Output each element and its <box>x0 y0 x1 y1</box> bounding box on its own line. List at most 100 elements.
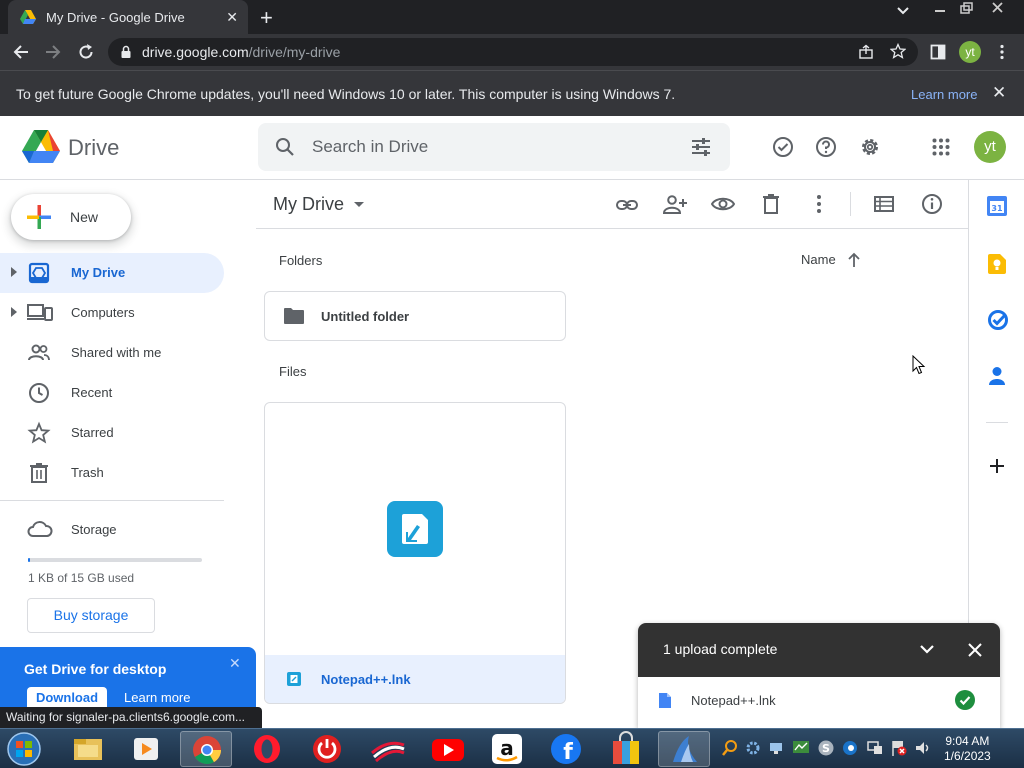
document-file-icon <box>659 693 671 708</box>
promo-close-icon[interactable]: ✕ <box>229 655 241 672</box>
side-panel-icon[interactable] <box>930 44 946 60</box>
title-dropdown-icon[interactable] <box>354 202 364 207</box>
windows-taskbar: a f S 9:04 AM 1/6/2023 <box>0 728 1024 768</box>
google-apps-grid-icon[interactable] <box>932 138 950 156</box>
sidebar-item-starred[interactable]: Starred <box>0 413 224 453</box>
tray-volume-icon[interactable] <box>914 739 932 757</box>
chrome-menu-icon[interactable] <box>999 44 1005 60</box>
shortcut-file-icon <box>287 672 301 686</box>
taskbar-opera-icon[interactable] <box>241 731 293 767</box>
taskbar-store-bag-icon[interactable] <box>600 731 652 767</box>
list-view-icon[interactable] <box>874 196 894 212</box>
sidebar-item-my-drive[interactable]: My Drive <box>0 253 224 293</box>
sidebar-item-storage[interactable]: Storage <box>0 510 224 550</box>
remove-trash-icon[interactable] <box>762 193 780 215</box>
search-bar <box>258 123 730 171</box>
preview-eye-icon[interactable] <box>711 196 735 212</box>
details-info-icon[interactable] <box>921 193 943 215</box>
sidebar-item-label: Shared with me <box>71 345 162 360</box>
taskbar-power-icon[interactable] <box>301 731 353 767</box>
tab-search-chevron-icon[interactable] <box>896 6 910 16</box>
promo-learn-more-link[interactable]: Learn more <box>124 690 190 705</box>
search-options-icon[interactable] <box>691 138 711 156</box>
settings-gear-icon[interactable] <box>859 136 881 158</box>
page-title[interactable]: My Drive <box>273 194 344 215</box>
minimize-window-icon[interactable] <box>932 1 948 15</box>
sidebar-item-shared-with-me[interactable]: Shared with me <box>0 333 224 373</box>
sidebar-item-label: Trash <box>71 465 104 480</box>
keep-icon[interactable] <box>988 254 1006 274</box>
sidebar-item-trash[interactable]: Trash <box>0 453 224 493</box>
tray-network-icon[interactable] <box>768 739 784 757</box>
back-arrow-icon[interactable] <box>12 43 30 61</box>
taskbar-media-player-icon[interactable] <box>120 731 172 767</box>
tasks-icon[interactable] <box>988 310 1008 330</box>
get-link-icon[interactable] <box>616 195 638 215</box>
address-bar[interactable]: drive.google.com/drive/my-drive <box>108 38 918 66</box>
sidebar-divider <box>0 500 224 501</box>
sidebar-item-label: Storage <box>71 522 117 537</box>
sidebar-item-recent[interactable]: Recent <box>0 373 224 413</box>
lock-icon[interactable] <box>120 45 132 59</box>
windows-start-orb-icon[interactable] <box>6 731 42 767</box>
taskbar-explorer-icon[interactable] <box>62 731 114 767</box>
new-tab-plus-icon[interactable]: + <box>260 5 273 31</box>
buy-storage-button[interactable]: Buy storage <box>27 598 155 633</box>
offline-ready-icon[interactable] <box>772 136 794 158</box>
tray-edge-icon[interactable] <box>842 739 858 757</box>
folder-card[interactable]: Untitled folder <box>264 291 566 341</box>
system-clock[interactable]: 9:04 AM 1/6/2023 <box>944 734 991 764</box>
forward-arrow-icon[interactable] <box>44 43 62 61</box>
tray-display-icon[interactable] <box>866 739 884 757</box>
sort-ascending-arrow-icon[interactable] <box>847 252 861 268</box>
tray-search-icon[interactable] <box>722 739 738 757</box>
url-host: drive.google.com <box>142 44 249 60</box>
taskbar-pinned-app-icon[interactable] <box>658 731 710 767</box>
folder-icon <box>283 307 305 325</box>
expand-arrow-icon[interactable] <box>11 307 17 317</box>
drive-header: Drive yt <box>0 116 1024 180</box>
sort-by-name-button[interactable]: Name <box>801 252 860 267</box>
more-actions-icon[interactable] <box>816 194 822 214</box>
close-upload-panel-icon[interactable] <box>967 642 983 658</box>
account-avatar[interactable]: yt <box>974 131 1006 163</box>
drive-logo-icon[interactable] <box>22 130 60 163</box>
infobar-close-icon[interactable]: ✕ <box>992 83 1006 103</box>
share-person-add-icon[interactable] <box>663 194 687 216</box>
tab-close-icon[interactable]: ✕ <box>226 9 238 26</box>
tray-flag-alert-icon[interactable] <box>890 739 908 757</box>
taskbar-bank-icon[interactable] <box>362 731 414 767</box>
shared-with-me-icon <box>27 341 51 365</box>
chrome-profile-avatar[interactable]: yt <box>959 41 981 63</box>
clock-icon <box>27 381 51 405</box>
help-icon[interactable] <box>815 136 837 158</box>
reload-icon[interactable] <box>77 43 95 61</box>
drive-brand-text[interactable]: Drive <box>68 135 119 161</box>
sidebar-item-computers[interactable]: Computers <box>0 293 224 333</box>
share-icon[interactable] <box>858 44 874 60</box>
restore-window-icon[interactable] <box>958 1 974 15</box>
search-input[interactable] <box>312 135 672 159</box>
taskbar-amazon-icon[interactable]: a <box>481 731 533 767</box>
infobar-learn-more-link[interactable]: Learn more <box>911 87 977 102</box>
expand-arrow-icon[interactable] <box>11 267 17 277</box>
new-button[interactable]: New <box>11 194 131 240</box>
search-icon[interactable] <box>275 137 295 157</box>
tray-skype-icon[interactable]: S <box>818 740 834 756</box>
file-card[interactable]: Notepad++.lnk <box>264 402 566 704</box>
bookmark-star-icon[interactable] <box>890 43 906 59</box>
promo-download-button[interactable]: Download <box>27 687 107 709</box>
tray-monitor-icon[interactable] <box>792 739 810 757</box>
taskbar-facebook-icon[interactable]: f <box>540 731 592 767</box>
taskbar-chrome-icon[interactable] <box>180 731 232 767</box>
contacts-icon[interactable] <box>989 366 1005 386</box>
taskbar-youtube-icon[interactable] <box>422 731 474 767</box>
close-window-icon[interactable] <box>990 1 1006 15</box>
browser-tab[interactable]: My Drive - Google Drive ✕ <box>8 0 248 34</box>
tray-settings-icon[interactable] <box>745 739 761 757</box>
collapse-chevron-icon[interactable] <box>919 643 935 655</box>
get-add-ons-plus-icon[interactable] <box>989 458 1005 474</box>
calendar-icon[interactable]: 31 <box>987 196 1007 216</box>
storage-usage-fill <box>28 558 30 562</box>
upload-panel: 1 upload complete Notepad++.lnk <box>638 623 1000 728</box>
